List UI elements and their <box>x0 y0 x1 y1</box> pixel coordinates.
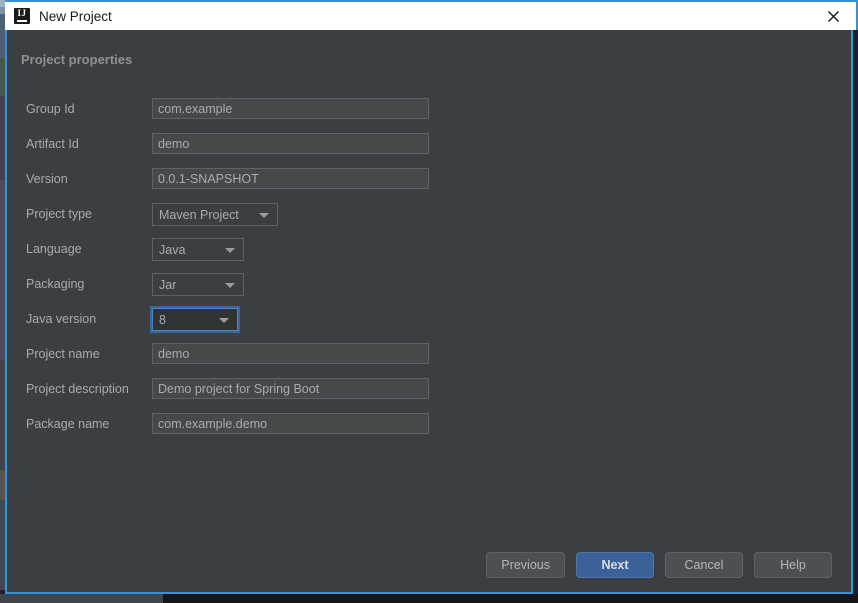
next-button[interactable]: Next <box>576 552 654 578</box>
section-header: Project properties <box>21 52 133 67</box>
java-version-label: Java version <box>26 312 97 326</box>
window-title-bar[interactable]: IJ New Project <box>5 0 858 30</box>
help-button[interactable]: Help <box>754 552 832 578</box>
form-row-packaging: Packaging Jar <box>7 273 851 308</box>
form-row-language: Language Java <box>7 238 851 273</box>
artifact-id-input[interactable] <box>152 133 429 154</box>
previous-button[interactable]: Previous <box>486 552 565 578</box>
group-id-field-wrap <box>152 98 429 119</box>
project-name-input[interactable] <box>152 343 429 364</box>
form-row-project-type: Project type Maven Project <box>7 203 851 238</box>
window-title: New Project <box>39 8 112 24</box>
close-icon <box>827 10 839 22</box>
project-name-label: Project name <box>26 347 100 361</box>
project-description-input[interactable] <box>152 378 429 399</box>
project-type-label: Project type <box>26 207 93 221</box>
package-name-field-wrap <box>152 413 429 434</box>
form-row-package-name: Package name <box>7 413 851 448</box>
new-project-dialog: Project properties Group Id Artifact Id Ve… <box>5 0 853 594</box>
java-version-field-wrap: 8 <box>152 308 238 331</box>
chevron-down-icon <box>225 247 235 253</box>
intellij-idea-icon: IJ <box>14 8 30 24</box>
artifact-id-label: Artifact Id <box>26 137 79 151</box>
form-row-project-name: Project name <box>7 343 851 378</box>
cancel-button[interactable]: Cancel <box>665 552 743 578</box>
version-label: Version <box>26 172 68 186</box>
intellij-idea-icon-letters: IJ <box>17 8 27 18</box>
chevron-down-icon <box>219 317 229 323</box>
chevron-down-icon <box>225 282 235 288</box>
group-id-label: Group Id <box>26 102 75 116</box>
version-input[interactable] <box>152 168 429 189</box>
close-button[interactable] <box>810 2 856 30</box>
project-description-field-wrap <box>152 378 429 399</box>
language-combobox[interactable]: Java <box>152 238 244 261</box>
intellij-idea-icon-underline <box>17 20 27 22</box>
backdrop-status-bar <box>0 594 858 603</box>
language-field-wrap: Java <box>152 238 244 261</box>
packaging-combobox-value: Jar <box>159 277 177 292</box>
language-label: Language <box>26 242 82 256</box>
packaging-label: Packaging <box>26 277 85 291</box>
project-type-combobox[interactable]: Maven Project <box>152 203 278 226</box>
form-row-artifact-id: Artifact Id <box>7 133 851 168</box>
form-row-project-description: Project description <box>7 378 851 413</box>
java-version-combobox[interactable]: 8 <box>152 308 238 331</box>
artifact-id-field-wrap <box>152 133 429 154</box>
language-combobox-value: Java <box>159 242 186 257</box>
chevron-down-icon <box>259 212 269 218</box>
package-name-label: Package name <box>26 417 110 431</box>
form-row-version: Version <box>7 168 851 203</box>
dialog-body: Project properties Group Id Artifact Id Ve… <box>7 30 851 592</box>
form-row-java-version: Java version 8 <box>7 308 851 343</box>
packaging-combobox[interactable]: Jar <box>152 273 244 296</box>
version-field-wrap <box>152 168 429 189</box>
project-type-combobox-value: Maven Project <box>159 207 239 222</box>
project-type-field-wrap: Maven Project <box>152 203 278 226</box>
java-version-combobox-value: 8 <box>159 312 166 327</box>
dialog-button-bar: Previous Next Cancel Help <box>7 552 851 578</box>
package-name-input[interactable] <box>152 413 429 434</box>
form-row-group-id: Group Id <box>7 98 851 133</box>
project-properties-form: Group Id Artifact Id Version Project type Ma… <box>7 98 851 448</box>
packaging-field-wrap: Jar <box>152 273 244 296</box>
backdrop-status-tab <box>0 594 163 603</box>
group-id-input[interactable] <box>152 98 429 119</box>
project-name-field-wrap <box>152 343 429 364</box>
project-description-label: Project description <box>26 382 129 396</box>
